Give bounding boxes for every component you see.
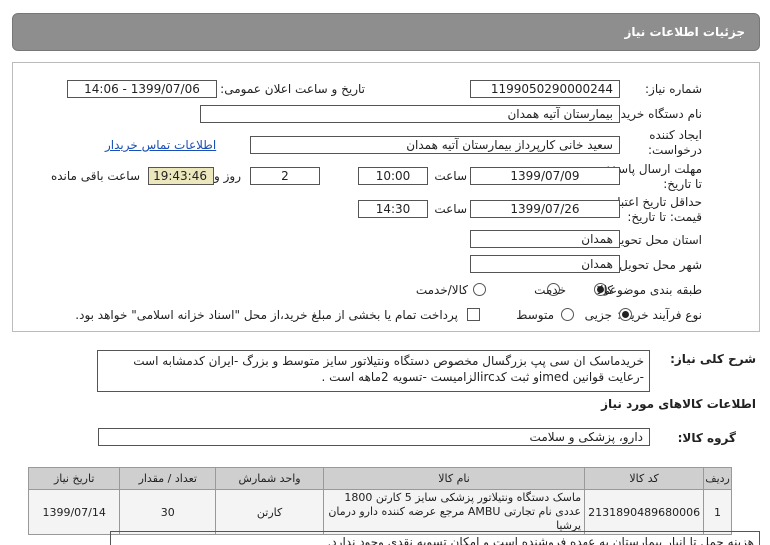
row-index: 1: [703, 489, 732, 535]
page-header: جزئیات اطلاعات نیاز: [12, 13, 760, 51]
goods-group-field[interactable]: دارو، پزشکی و سلامت: [98, 428, 650, 446]
row-code: 2131890489680006: [584, 489, 705, 535]
buyer-notes-field[interactable]: هزینه حمل تا انبار بیمارستان به عهده فرو…: [110, 531, 760, 545]
validity-label-1: حداقل تاریخ اعتبار: [611, 195, 702, 209]
reply-time-field[interactable]: 10:00: [358, 167, 428, 185]
reply-time-label: ساعت: [434, 169, 467, 183]
province-field[interactable]: همدان: [470, 230, 620, 248]
remaining-label: ساعت باقی مانده: [50, 169, 140, 183]
category-option-service: خدمت: [534, 283, 566, 297]
remaining-time-field: 19:43:46: [148, 167, 214, 185]
treasury-payment-checkbox[interactable]: [467, 308, 480, 321]
days-label: روز و: [214, 169, 241, 183]
process-option-medium: متوسط: [516, 308, 554, 322]
goods-table-header: ردیف کد کالا نام کالا واحد شمارش تعداد /…: [27, 467, 732, 490]
province-label: استان محل تحویل:: [607, 233, 702, 247]
announce-field[interactable]: 1399/07/06 - 14:06: [67, 80, 217, 98]
reply-date-field[interactable]: 1399/07/09: [470, 167, 620, 185]
need-number-label: شماره نیاز:: [645, 82, 702, 96]
col-name: نام کالا: [322, 467, 586, 490]
creator-label-2: درخواست:: [648, 143, 702, 157]
city-label: شهر محل تحویل:: [615, 258, 702, 272]
process-radio-minor[interactable]: [619, 308, 632, 321]
days-field[interactable]: 2: [250, 167, 320, 185]
row-unit: کارتن: [215, 489, 324, 535]
description-label: شرح کلی نیاز:: [670, 352, 756, 366]
goods-group-label: گروه کالا:: [677, 431, 736, 445]
process-option-minor: جزیی: [584, 308, 612, 322]
buyer-contact-link[interactable]: اطلاعات تماس خریدار: [105, 138, 216, 152]
row-name: ماسک دستگاه ونتیلاتور پزشکی سایز 5 کارتن…: [322, 489, 586, 535]
category-radio-goods-service[interactable]: [473, 283, 486, 296]
creator-label-1: ایجاد کننده: [649, 128, 702, 142]
category-option-goods: کالا: [596, 283, 613, 297]
need-number-field[interactable]: 1199050290000244: [470, 80, 620, 98]
col-date: تاریخ نیاز: [27, 467, 121, 490]
col-qty: تعداد / مقدار: [119, 467, 217, 490]
validity-time-label: ساعت: [434, 202, 467, 216]
validity-date-field[interactable]: 1399/07/26: [470, 200, 620, 218]
reply-deadline-label-1: مهلت ارسال پاسخ:: [606, 162, 702, 176]
buyer-org-label: نام دستگاه خریدار:: [607, 107, 703, 121]
creator-field[interactable]: سعید خانی کارپرداز بیمارستان آتیه همدان: [250, 136, 620, 154]
category-option-goods-service: کالا/خدمت: [415, 283, 468, 297]
row-qty: 30: [119, 489, 217, 535]
goods-section-title: اطلاعات کالاهای مورد نیاز: [601, 397, 756, 411]
description-field[interactable]: خریدماسک ان سی پپ بزرگسال مخصوص دستگاه و…: [97, 350, 650, 392]
validity-time-field[interactable]: 14:30: [358, 200, 428, 218]
validity-label-2: قیمت: تا تاریخ:: [627, 210, 702, 224]
col-code: کد کالا: [584, 467, 705, 490]
table-row[interactable]: 1 2131890489680006 ماسک دستگاه ونتیلاتور…: [27, 489, 732, 535]
col-index: ردیف: [703, 467, 732, 490]
buyer-org-field[interactable]: بیمارستان آتیه همدان: [200, 105, 620, 123]
row-date: 1399/07/14: [27, 489, 121, 535]
city-field[interactable]: همدان: [470, 255, 620, 273]
process-radio-medium[interactable]: [561, 308, 574, 321]
treasury-payment-note: پرداخت تمام یا بخشی از مبلغ خرید،از محل …: [75, 308, 458, 322]
col-unit: واحد شمارش: [215, 467, 324, 490]
goods-table: ردیف کد کالا نام کالا واحد شمارش تعداد /…: [27, 467, 732, 535]
reply-deadline-label-2: تا تاریخ:: [663, 177, 702, 191]
page-title: جزئیات اطلاعات نیاز: [624, 25, 745, 39]
announce-label: تاریخ و ساعت اعلان عمومی:: [220, 82, 365, 96]
